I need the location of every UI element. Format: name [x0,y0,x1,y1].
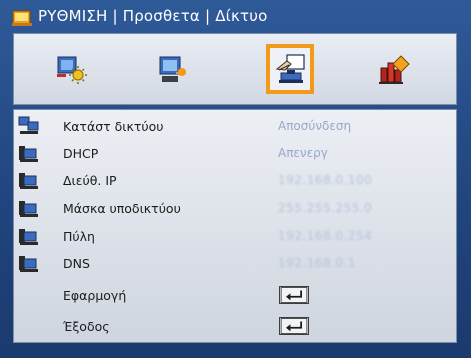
tab-display[interactable] [149,44,197,94]
tab-image[interactable] [48,44,96,94]
menu-tab-bar [13,33,457,105]
enter-key-icon[interactable] [279,286,309,304]
display-settings-icon [159,56,186,82]
dhcp-row[interactable]: DHCP Απενεργ [14,141,458,165]
dhcp-icon [19,146,38,162]
ip-address-label: Διεύθ. IP [63,172,117,188]
setup-hand-icon [275,54,305,83]
setup-folder-icon [12,10,32,26]
gateway-row[interactable]: Πύλη 192.168.0.254 [14,224,458,248]
dns-value: 192.168.0.1 [278,256,357,270]
apply-label: Εφαρμογή [63,287,127,303]
dhcp-value: Απενεργ [278,146,328,160]
subnet-mask-row[interactable]: Μάσκα υποδικτύου 255.255.255.0 [14,196,458,220]
tab-setup[interactable] [266,44,314,94]
subnet-mask-value: 255.255.255.0 [278,201,373,215]
ip-address-row[interactable]: Διεύθ. IP 192.168.0.100 [14,168,458,192]
network-status-row[interactable]: Κατάστ δικτύου Αποσύνδεση [14,114,458,138]
dhcp-label: DHCP [63,145,99,161]
subnet-mask-icon [19,201,38,217]
network-status-icon [18,116,39,134]
dns-row[interactable]: DNS 192.168.0.1 [14,251,458,275]
menu-title: ΡΥΘΜΙΣΗ | Προσθετα | Δίκτυο [38,7,268,25]
image-settings-icon [57,56,87,84]
gateway-label: Πύλη [63,228,95,244]
tab-info[interactable] [370,44,418,94]
network-status-value: Αποσύνδεση [278,119,352,133]
exit-label: Έξοδος [63,318,110,334]
title-bar: ΡΥΘΜΙΣΗ | Προσθετα | Δίκτυο [0,0,471,33]
enter-key-icon[interactable] [279,317,309,335]
subnet-mask-label: Μάσκα υποδικτύου [63,200,181,216]
network-settings-panel: Κατάστ δικτύου Αποσύνδεση DHCP Απενεργ Δ… [13,109,457,343]
osd-menu-window: ΡΥΘΜΙΣΗ | Προσθετα | Δίκτυο Κατάστ δικτύ… [0,0,471,358]
gateway-value: 192.168.0.254 [278,229,373,243]
info-chart-icon [379,55,410,84]
network-status-label: Κατάστ δικτύου [63,118,164,134]
exit-row[interactable]: Έξοδος [14,314,458,338]
dns-label: DNS [63,255,90,271]
gateway-icon [19,229,38,245]
ip-address-icon [19,173,38,189]
apply-row[interactable]: Εφαρμογή [14,283,458,307]
dns-icon [19,256,38,272]
ip-address-value: 192.168.0.100 [278,173,373,187]
